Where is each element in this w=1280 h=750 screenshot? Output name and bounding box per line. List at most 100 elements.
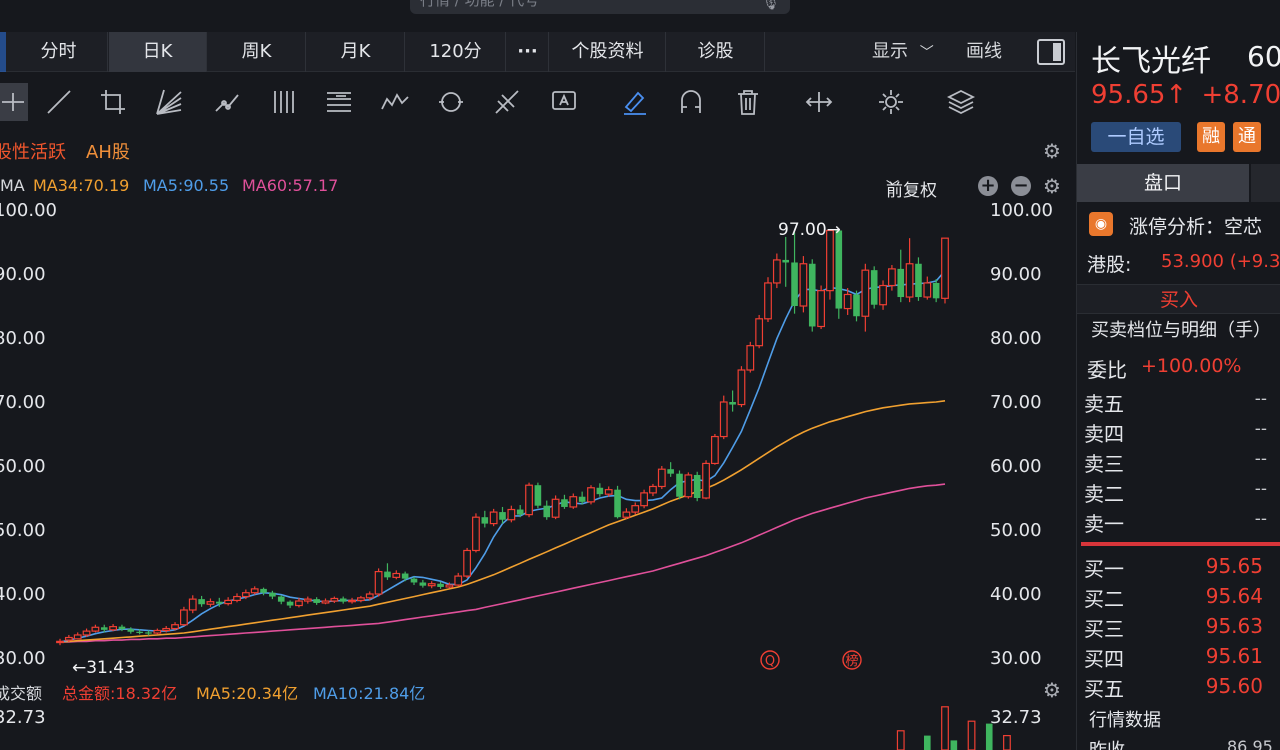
bid-row[interactable]: 买四 95.61 xyxy=(1077,641,1280,671)
candle-body xyxy=(153,629,162,634)
candle-body xyxy=(419,582,427,586)
volume-bar xyxy=(941,706,949,750)
hk-share-label: 港股: xyxy=(1087,254,1132,276)
candle-body xyxy=(437,583,444,587)
layers-icon[interactable] xyxy=(946,87,976,117)
max-price-label: 97.00→ xyxy=(778,220,841,240)
ask-row[interactable]: 卖二 -- xyxy=(1077,476,1280,506)
trash-icon[interactable] xyxy=(733,87,763,117)
segment-tool-icon[interactable] xyxy=(212,87,242,117)
tab-order-book[interactable]: 盘口 xyxy=(1077,164,1249,202)
bid-row[interactable]: 买二 95.64 xyxy=(1077,581,1280,611)
bid-row[interactable]: 买五 95.60 xyxy=(1077,671,1280,701)
candle-body xyxy=(365,593,374,599)
candle-body xyxy=(64,636,73,641)
candle-body xyxy=(481,517,489,524)
candle-body xyxy=(561,499,568,507)
stock-connect-badge[interactable]: 通 xyxy=(1233,122,1261,152)
tab-more[interactable]: ··· xyxy=(507,32,549,72)
candle-body xyxy=(313,599,320,603)
ma34-value: MA34:70.19 xyxy=(33,176,130,195)
candle-body xyxy=(136,631,143,633)
settings-gear-icon[interactable] xyxy=(876,87,906,117)
search-input[interactable]: 行情 / 功能 / 代号 🎙 xyxy=(410,0,790,14)
fibonacci-tool-icon[interactable] xyxy=(492,87,522,117)
cycle-tool-icon[interactable] xyxy=(436,87,466,117)
side-panel-toggle-icon[interactable] xyxy=(1037,39,1065,65)
tag-ah-share[interactable]: AH股 xyxy=(86,138,130,164)
candle-body xyxy=(879,284,887,306)
microphone-icon[interactable]: 🎙 xyxy=(761,0,780,14)
zoom-in-icon[interactable]: + xyxy=(978,176,998,196)
bid-row[interactable]: 买三 95.63 xyxy=(1077,611,1280,641)
text-annotation-icon[interactable] xyxy=(550,87,580,117)
tab-diagnosis[interactable]: 诊股 xyxy=(667,32,765,72)
candle-body xyxy=(684,474,693,498)
hk-share-value[interactable]: 53.900 (+9.33 xyxy=(1161,251,1280,272)
volume-settings-gear-icon[interactable]: ⚙ xyxy=(1043,678,1061,702)
ma5-value: MA5:90.55 xyxy=(143,176,230,195)
parallel-lines-tool-icon[interactable] xyxy=(270,87,300,117)
tab-daily-k[interactable]: 日K xyxy=(109,32,207,72)
hide-drawings-icon[interactable] xyxy=(804,87,834,117)
draw-line-button[interactable]: 画线 xyxy=(966,32,1002,72)
candle-body xyxy=(206,601,215,605)
volume-chart[interactable]: 32.73 32.73 xyxy=(0,702,1075,750)
candle-body xyxy=(729,402,736,405)
ask-row[interactable]: 卖三 -- xyxy=(1077,446,1280,476)
candle-body xyxy=(543,505,551,518)
volume-total: 总金额:18.32亿 xyxy=(62,684,178,703)
candlestick-chart[interactable]: 100.00 100.00 90.00 90.00 80.00 80.00 70.00 70.… xyxy=(0,195,1075,675)
chart-settings-gear-icon[interactable]: ⚙ xyxy=(1043,139,1061,163)
ask-price: -- xyxy=(1254,449,1267,469)
volume-ma5: MA5:20.34亿 xyxy=(196,684,299,703)
candle-body xyxy=(596,487,604,495)
candle-body xyxy=(587,487,595,503)
line-tool-icon[interactable] xyxy=(44,87,74,117)
candle-body xyxy=(277,596,285,602)
ask-row[interactable]: 卖四 -- xyxy=(1077,416,1280,446)
tab-left-edge xyxy=(0,32,6,72)
y-tick-label-left: 40.00 xyxy=(0,584,46,605)
candle-body xyxy=(799,263,808,307)
gann-tool-icon[interactable] xyxy=(324,87,354,117)
ask-price: -- xyxy=(1254,509,1267,529)
display-menu-button[interactable]: 显示 ﹀ xyxy=(872,32,934,72)
y-tick-label-right: 90.00 xyxy=(990,264,1042,285)
ask-price: -- xyxy=(1254,389,1267,409)
tab-stock-profile[interactable]: 个股资料 xyxy=(550,32,666,72)
volume-bar xyxy=(1003,734,1011,750)
crop-tool-icon[interactable] xyxy=(98,87,128,117)
zoom-out-icon[interactable]: − xyxy=(1011,176,1031,196)
tab-next[interactable] xyxy=(1251,164,1280,202)
tab-monthly-k[interactable]: 月K xyxy=(307,32,405,72)
limit-up-analysis-text[interactable]: 涨停分析：空芯 xyxy=(1129,212,1262,239)
candle-body xyxy=(808,263,816,327)
ask-row[interactable]: 卖五 -- xyxy=(1077,386,1280,416)
candle-body xyxy=(843,293,852,310)
candle-body xyxy=(791,262,798,306)
highlighter-icon[interactable] xyxy=(620,87,650,117)
wave-tool-icon[interactable] xyxy=(380,87,410,117)
candle-body xyxy=(357,597,365,601)
margin-trading-badge[interactable]: 融 xyxy=(1197,122,1225,152)
tab-intraday[interactable]: 分时 xyxy=(10,32,108,72)
tab-120min[interactable]: 120分 xyxy=(406,32,506,72)
ask-label: 卖四 xyxy=(1084,422,1124,446)
crosshair-tool-icon[interactable] xyxy=(0,83,28,121)
ask-price: -- xyxy=(1254,419,1267,439)
buy-button[interactable]: 买入 xyxy=(1077,284,1280,314)
quote-panel: 长飞光纤 60 95.65↑ +8.70 + 一自选 融 通 盘口 ◉ 涨停分析… xyxy=(1076,32,1280,750)
candle-body xyxy=(905,263,914,298)
add-to-watchlist-button[interactable]: 一自选 xyxy=(1091,122,1181,152)
candle-body xyxy=(932,282,940,299)
candle-body xyxy=(737,369,746,406)
bid-row[interactable]: 买一 95.65 xyxy=(1077,551,1280,581)
magnet-icon[interactable] xyxy=(676,87,706,117)
candle-body xyxy=(764,282,772,320)
tag-active-stock[interactable]: 股性活跃 xyxy=(0,138,66,164)
ask-row[interactable]: 卖一 -- xyxy=(1077,506,1280,536)
candle-body xyxy=(534,485,542,506)
fan-tool-icon[interactable] xyxy=(154,87,184,117)
tab-weekly-k[interactable]: 周K xyxy=(208,32,306,72)
